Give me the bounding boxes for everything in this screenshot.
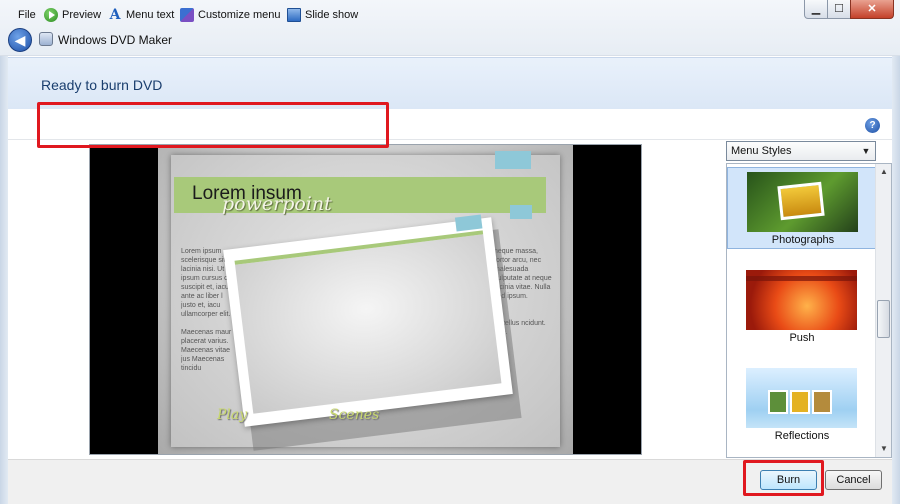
page-title: Ready to burn DVD — [41, 77, 163, 93]
close-button[interactable]: ✕ — [850, 0, 894, 19]
back-arrow-icon[interactable]: ◀ — [8, 28, 32, 52]
photo-placeholder — [234, 230, 502, 414]
reflection-photo-2 — [790, 390, 810, 414]
photographs-thumbnail — [747, 172, 858, 232]
style-item-photographs[interactable]: Photographs — [727, 167, 877, 249]
preview-play-icon — [44, 8, 58, 22]
customize-menu-icon — [180, 8, 194, 22]
file-menu-label: File — [18, 9, 36, 21]
file-menu[interactable]: File — [18, 7, 36, 23]
decor-tab — [495, 151, 531, 169]
reflection-photo-3 — [812, 390, 832, 414]
menu-styles-value: Menu Styles — [731, 145, 792, 157]
customize-menu-button[interactable]: Customize menu — [180, 7, 281, 23]
window-title: Windows DVD Maker — [58, 33, 173, 47]
menu-preview: Lorem insum powerpoint Lorem ipsum scele… — [89, 144, 642, 455]
menu-subtitle: powerpoint — [222, 193, 332, 215]
scroll-thumb[interactable] — [877, 300, 890, 338]
style-item-push[interactable]: Push — [727, 266, 877, 348]
style-item-reflections[interactable]: Reflections — [727, 364, 877, 446]
menu-text-icon: A — [109, 7, 121, 23]
play-menu-item[interactable]: Play — [217, 407, 247, 423]
toolbar-highlight-box — [37, 102, 389, 148]
slide-show-icon — [287, 8, 301, 22]
help-icon[interactable]: ? — [865, 118, 880, 133]
style-label-reflections: Reflections — [774, 430, 830, 442]
menu-text-label: Menu text — [126, 9, 175, 21]
maximize-button[interactable]: ☐ — [827, 0, 851, 19]
scroll-up-arrow-icon[interactable]: ▲ — [876, 164, 892, 180]
dvd-maker-app-icon — [39, 32, 53, 46]
chevron-down-icon: ▼ — [861, 146, 871, 156]
reflection-photo-1 — [768, 390, 788, 414]
title-banner: Lorem insum powerpoint — [174, 177, 546, 215]
preview-slide: Lorem insum powerpoint Lorem ipsum scele… — [158, 145, 573, 454]
window-frame-left — [0, 56, 8, 504]
style-label-push: Push — [789, 332, 815, 344]
minimize-button[interactable]: ▁ — [804, 0, 828, 19]
menu-styles-list: Photographs Push Reflections — [726, 163, 892, 458]
cancel-button[interactable]: Cancel — [825, 470, 882, 490]
window-frame-right — [892, 56, 900, 504]
preview-label: Preview — [62, 9, 102, 21]
menu-styles-dropdown[interactable]: Menu Styles ▼ — [726, 141, 876, 161]
scenes-menu-item[interactable]: Scenes — [329, 407, 379, 423]
reflections-thumbnail — [746, 368, 857, 428]
decor-tab-small — [510, 205, 532, 219]
push-thumbnail — [746, 270, 857, 330]
photo-card — [777, 181, 825, 221]
customize-menu-label: Customize menu — [198, 9, 281, 21]
left-paragraph-2: Maecenas maur placerat varius. Maecenas … — [181, 329, 232, 372]
preview-button[interactable]: Preview — [44, 7, 101, 23]
burn-highlight-box — [743, 460, 824, 496]
photo-frame-tab — [454, 214, 483, 232]
slide-show-label: Slide show — [305, 9, 359, 21]
slide-background: Lorem insum powerpoint Lorem ipsum scele… — [171, 151, 560, 451]
styles-scrollbar[interactable]: ▲ ▼ — [875, 164, 891, 457]
scroll-down-arrow-icon[interactable]: ▼ — [876, 441, 892, 457]
push-thumbnail-bar — [746, 276, 857, 281]
slide-show-button[interactable]: Slide show — [287, 7, 358, 23]
style-label-photographs: Photographs — [771, 234, 835, 246]
photo-frame — [223, 214, 513, 427]
menu-text-button[interactable]: A Menu text — [108, 7, 175, 23]
